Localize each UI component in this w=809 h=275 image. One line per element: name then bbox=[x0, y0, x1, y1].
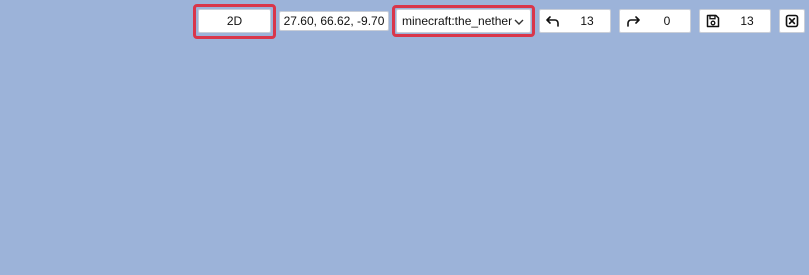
close-button[interactable] bbox=[779, 9, 805, 33]
save-count: 13 bbox=[740, 14, 754, 28]
dimension-select[interactable]: minecraft:the_nether bbox=[396, 9, 531, 33]
redo-count: 0 bbox=[663, 14, 671, 28]
coordinates-display: 27.60, 66.62, -9.70 bbox=[279, 11, 389, 31]
save-icon bbox=[705, 13, 721, 29]
redo-icon bbox=[625, 13, 641, 29]
view-mode-label: 2D bbox=[226, 14, 243, 28]
undo-icon bbox=[545, 13, 561, 29]
chevron-down-icon bbox=[511, 14, 527, 30]
toolbar: 2D 27.60, 66.62, -9.70 minecraft:the_net… bbox=[0, 0, 809, 40]
redo-button[interactable]: 0 bbox=[619, 9, 691, 33]
close-box-icon bbox=[784, 13, 800, 29]
coordinates-text: 27.60, 66.62, -9.70 bbox=[283, 14, 385, 28]
map-viewport[interactable] bbox=[0, 0, 809, 275]
view-mode-button[interactable]: 2D bbox=[198, 9, 271, 33]
undo-button[interactable]: 13 bbox=[539, 9, 611, 33]
dimension-select-value: minecraft:the_nether bbox=[402, 14, 513, 28]
undo-count: 13 bbox=[580, 14, 594, 28]
save-button[interactable]: 13 bbox=[699, 9, 771, 33]
